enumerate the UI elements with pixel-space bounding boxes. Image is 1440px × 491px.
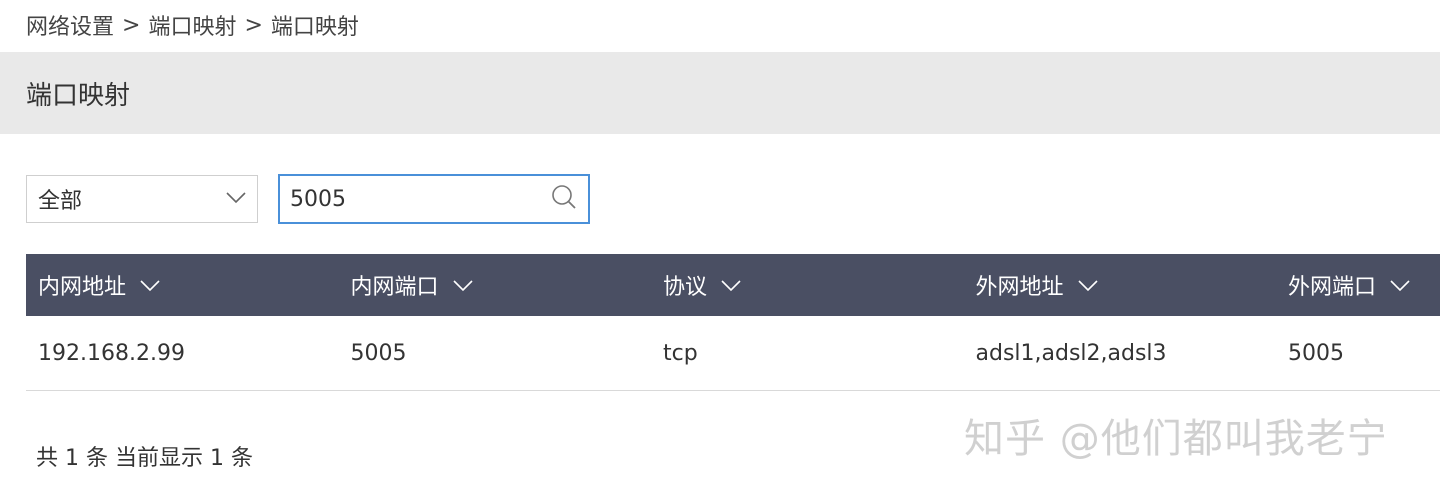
breadcrumb-separator: > [244, 12, 263, 38]
breadcrumb: 网络设置 > 端口映射 > 端口映射 [26, 8, 359, 42]
breadcrumb-item-network-settings[interactable]: 网络设置 [26, 9, 114, 41]
cell-external-address: adsl1,adsl2,adsl3 [975, 340, 1167, 366]
table-body: 192.168.2.99 5005 tcp adsl1,adsl2,adsl3 … [26, 316, 1440, 391]
chevron-down-icon [721, 273, 741, 298]
cell-internal-address: 192.168.2.99 [38, 340, 185, 366]
watermark: 知乎 @他们都叫我老宁 [964, 416, 1388, 462]
chevron-down-icon [1390, 273, 1410, 298]
search-box [278, 174, 590, 224]
filter-select-value: 全部 [38, 189, 83, 214]
column-header-internal-port[interactable]: 内网端口 [339, 269, 652, 301]
column-header-label: 外网地址 [975, 275, 1064, 300]
page-title: 端口映射 [26, 80, 131, 111]
column-header-label: 外网端口 [1288, 275, 1377, 300]
column-header-protocol[interactable]: 协议 [651, 269, 964, 301]
column-header-label: 协议 [663, 275, 708, 300]
chevron-down-icon [140, 273, 160, 298]
chevron-down-icon [452, 273, 473, 298]
search-input[interactable] [290, 186, 550, 212]
port-mapping-table: 内网地址 内网端口 协议 外网地址 外网端口 192.168.2.99 5005… [26, 254, 1440, 391]
breadcrumb-item-port-mapping-parent[interactable]: 端口映射 [148, 9, 236, 41]
interface-filter-select[interactable]: 全部 [26, 175, 258, 223]
cell-internal-port: 5005 [350, 340, 407, 366]
column-header-external-port[interactable]: 外网端口 [1276, 269, 1440, 301]
breadcrumb-separator: > [122, 12, 141, 38]
pagination-summary: 共 1 条 当前显示 1 条 [36, 446, 253, 471]
column-header-label: 内网端口 [350, 275, 439, 300]
table-row[interactable]: 192.168.2.99 5005 tcp adsl1,adsl2,adsl3 … [26, 316, 1440, 391]
breadcrumb-item-port-mapping-current: 端口映射 [270, 15, 359, 40]
table-header: 内网地址 内网端口 协议 外网地址 外网端口 [26, 254, 1440, 316]
chevron-down-icon [225, 190, 247, 209]
column-header-external-address[interactable]: 外网地址 [964, 269, 1277, 301]
page-header: 端口映射 [0, 52, 1440, 134]
column-header-internal-address[interactable]: 内网地址 [26, 269, 339, 301]
column-header-label: 内网地址 [38, 275, 127, 300]
chevron-down-icon [1077, 273, 1098, 298]
search-icon[interactable] [550, 183, 578, 215]
cell-external-port: 5005 [1288, 340, 1344, 366]
cell-protocol: tcp [663, 340, 698, 366]
